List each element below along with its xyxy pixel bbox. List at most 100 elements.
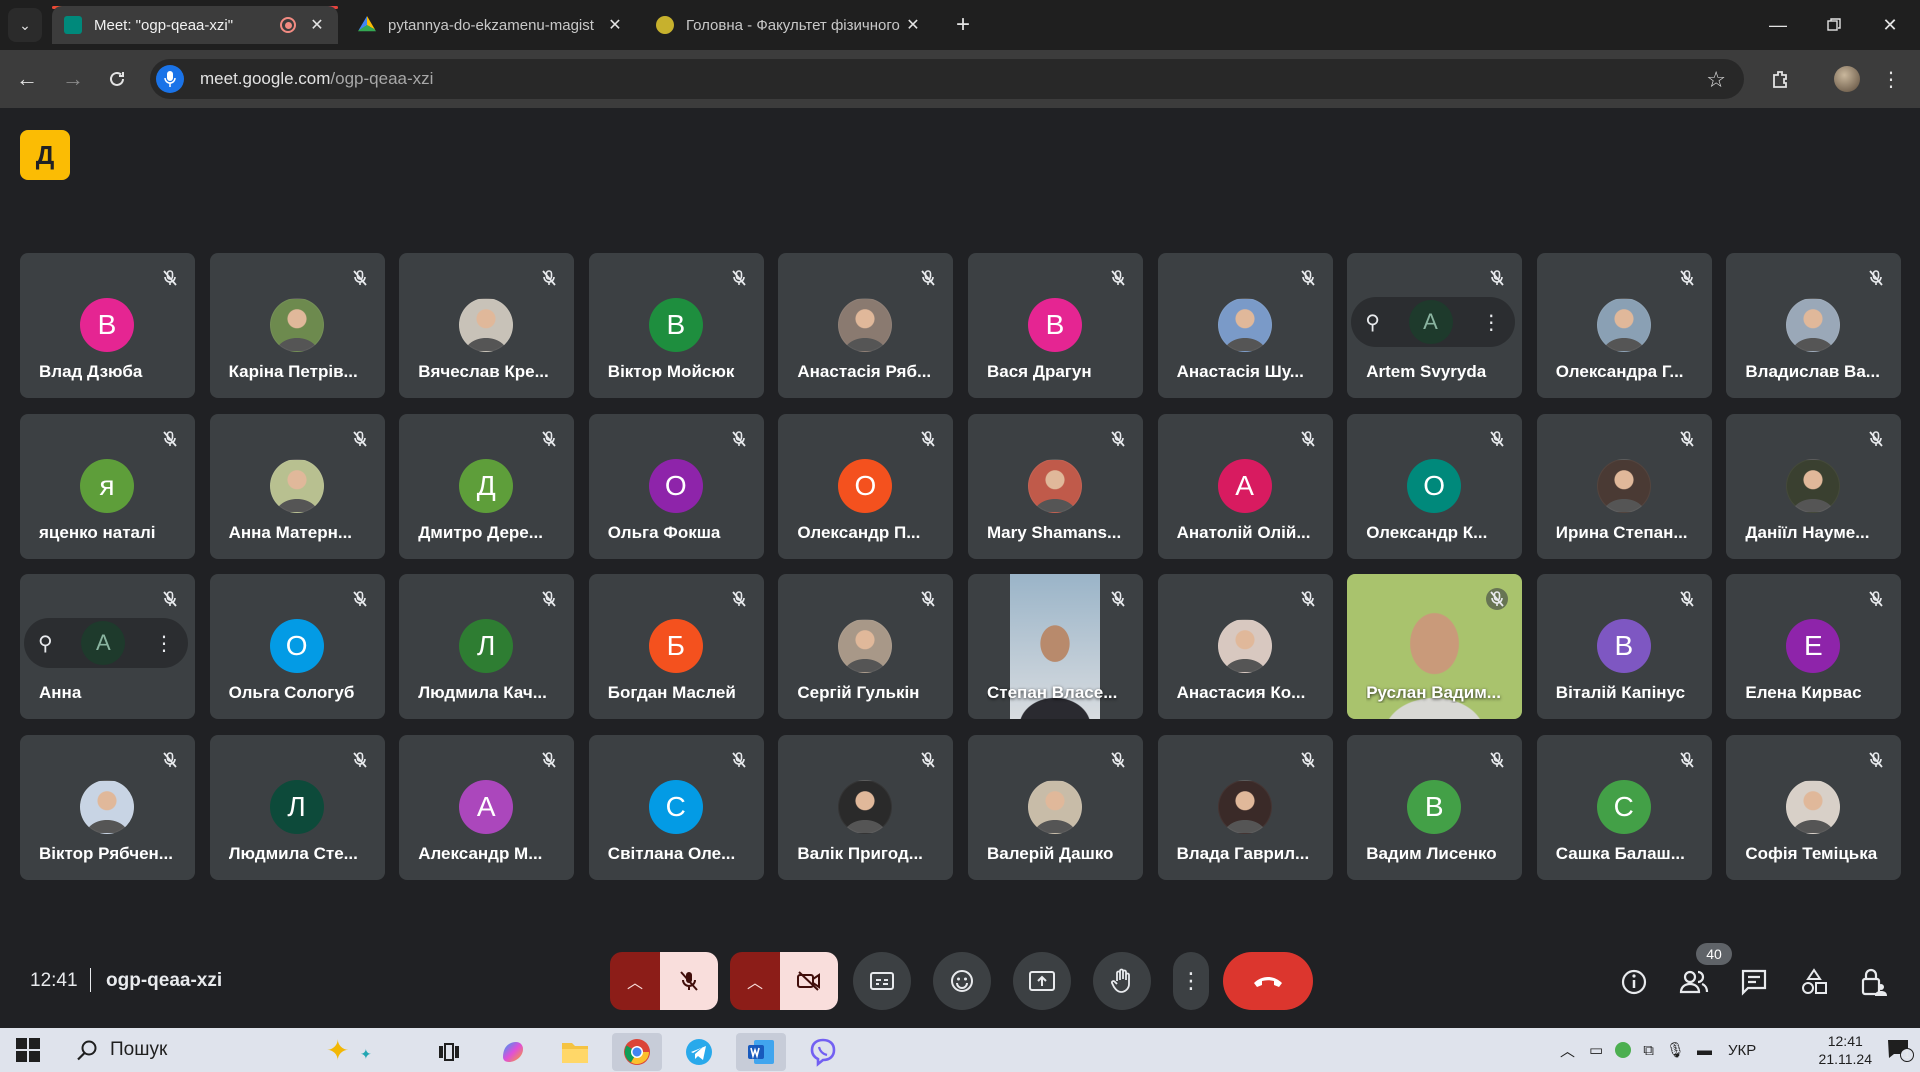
windows-start-icon[interactable] [16, 1038, 40, 1062]
tab-search-button[interactable]: ⌄ [8, 8, 42, 42]
participant-tile[interactable]: Е Елена Кирвас [1726, 574, 1902, 719]
tab-meet[interactable]: Meet: "ogp-qeaa-xzi" ✕ [52, 6, 338, 44]
task-view-icon[interactable] [424, 1033, 474, 1071]
leave-call-button[interactable] [1223, 952, 1313, 1010]
participant-tile[interactable]: О Ольга Фокша [588, 413, 764, 559]
participant-tile[interactable]: Анна Матерн... [209, 413, 385, 559]
participant-tile[interactable]: я яценко наталі [20, 413, 195, 559]
raise-hand-button[interactable] [1093, 952, 1151, 1010]
participant-name: Mary Shamans... [987, 522, 1122, 542]
participant-tile[interactable]: Анастасія Шу... [1157, 253, 1333, 398]
participant-tile[interactable]: О Ольга Сологуб [209, 574, 385, 719]
more-vert-icon[interactable]: ⋮ [154, 631, 174, 656]
reload-icon[interactable] [102, 64, 132, 94]
input-language[interactable]: УКР [1728, 1042, 1756, 1059]
participant-tile[interactable]: Олександра Г... [1536, 253, 1712, 398]
participant-tile[interactable]: В Віталій Капінус [1536, 574, 1712, 719]
audio-options-button[interactable]: ︿ [610, 952, 660, 1010]
participant-tile[interactable]: В Влад Дзюба [20, 253, 195, 398]
microphone-tray-icon[interactable]: 🎙 [1666, 1041, 1685, 1059]
pin-icon[interactable]: ⚲ [38, 631, 53, 656]
restore-icon[interactable] [1806, 0, 1862, 50]
participant-tile[interactable]: ⚲ A ⋮ Анна [20, 574, 195, 719]
participant-tile[interactable]: А Александр М... [399, 734, 575, 880]
tab-drive-doc[interactable]: pytannya-do-ekzamenu-magist ✕ [346, 6, 636, 44]
participant-tile[interactable]: Валерій Дашко [968, 734, 1143, 880]
viber-app-icon[interactable] [798, 1033, 848, 1071]
meet-presence-icon[interactable]: ⧉ [1643, 1042, 1654, 1059]
profile-avatar[interactable] [1832, 64, 1862, 94]
participant-tile[interactable]: В Вадим Лисенко [1347, 734, 1523, 880]
extensions-icon[interactable] [1766, 64, 1796, 94]
participant-tile[interactable]: Л Людмила Сте... [209, 734, 385, 880]
close-icon[interactable]: ✕ [606, 15, 624, 35]
video-options-button[interactable]: ︿ [730, 952, 780, 1010]
participant-tile[interactable]: С Сашка Балаш... [1536, 734, 1712, 880]
notifications-icon[interactable]: 1 [1886, 1038, 1914, 1065]
present-screen-button[interactable] [1013, 952, 1071, 1010]
participant-tile[interactable]: С Світлана Оле... [588, 734, 764, 880]
close-icon[interactable]: ✕ [308, 15, 326, 35]
participant-tile[interactable]: Л Людмила Кач... [399, 574, 575, 719]
chrome-app-icon[interactable] [612, 1033, 662, 1071]
telegram-app-icon[interactable] [674, 1033, 724, 1071]
network-monitor-icon[interactable]: ▭ [1589, 1041, 1603, 1059]
meeting-details-button[interactable] [1618, 966, 1650, 998]
participant-tile[interactable]: Софія Теміцька [1726, 734, 1902, 880]
close-icon[interactable]: ✕ [904, 15, 922, 35]
participant-tile[interactable]: Руслан Вадим... [1347, 574, 1523, 719]
minimize-icon[interactable]: — [1750, 0, 1806, 50]
participant-tile[interactable]: О Олександр П... [778, 413, 954, 559]
participant-tile[interactable]: Віктор Рябчен... [20, 734, 195, 880]
participant-tile[interactable]: А Анатолій Олій... [1157, 413, 1333, 559]
participant-tile[interactable]: Анастасія Ряб... [778, 253, 954, 398]
people-button[interactable] [1678, 966, 1710, 998]
participant-tile[interactable]: Б Богдан Маслей [588, 574, 764, 719]
participant-tile[interactable]: Владислав Ва... [1726, 253, 1902, 398]
taskbar-search[interactable]: Пошук ✦ ✦ [56, 1028, 416, 1072]
participant-tile[interactable]: О Олександр К... [1347, 413, 1523, 559]
microphone-toggle-button[interactable] [660, 952, 718, 1010]
activities-button[interactable] [1798, 966, 1830, 998]
show-hidden-icons-icon[interactable]: ︿ [1560, 1040, 1575, 1061]
participant-tile[interactable]: Валік Пригод... [778, 734, 954, 880]
reactions-button[interactable] [933, 952, 991, 1010]
forward-icon[interactable]: → [58, 64, 88, 94]
more-options-button[interactable]: ⋮ [1173, 952, 1209, 1010]
camera-toggle-button[interactable] [780, 952, 838, 1010]
pin-icon[interactable]: ⚲ [1365, 310, 1380, 335]
captions-button[interactable] [853, 952, 911, 1010]
participant-tile[interactable]: Д Дмитро Дере... [399, 413, 575, 559]
participant-tile[interactable]: Влада Гаврил... [1157, 734, 1333, 880]
security-shield-icon[interactable] [1615, 1042, 1632, 1058]
participant-tile[interactable]: Анастасия Ко... [1157, 574, 1333, 719]
participant-tile[interactable]: ⚲ A ⋮ Artem Svyryda [1347, 253, 1523, 398]
word-app-icon[interactable] [736, 1033, 786, 1071]
bookmark-star-icon[interactable]: ☆ [1706, 67, 1726, 93]
back-icon[interactable]: ← [12, 64, 42, 94]
participant-tile[interactable]: Сергій Гулькін [778, 574, 954, 719]
taskbar-clock[interactable]: 12:41 21.11.24 [1819, 1032, 1872, 1068]
participant-tile[interactable]: В Вася Драгун [968, 253, 1143, 398]
battery-icon[interactable]: ▬ [1697, 1042, 1712, 1059]
chat-button[interactable] [1738, 966, 1770, 998]
microphone-off-icon [1676, 749, 1698, 771]
host-controls-button[interactable] [1858, 966, 1890, 998]
participant-tile[interactable]: Mary Shamans... [968, 413, 1143, 559]
participant-name: Руслан Вадим... [1366, 683, 1501, 702]
close-window-icon[interactable]: ✕ [1862, 0, 1918, 50]
participant-tile[interactable]: В Віктор Мойсюк [588, 253, 764, 398]
participant-tile[interactable]: Даніїл Науме... [1726, 413, 1902, 559]
new-tab-button[interactable]: + [948, 10, 978, 40]
microphone-in-use-icon[interactable] [156, 65, 184, 93]
more-vert-icon[interactable]: ⋮ [1481, 310, 1501, 335]
participant-tile[interactable]: Ирина Степан... [1536, 413, 1712, 559]
participant-tile[interactable]: Каріна Петрів... [209, 253, 385, 398]
chrome-menu-icon[interactable]: ⋮ [1876, 64, 1906, 94]
copilot-app-icon[interactable] [488, 1033, 538, 1071]
participant-tile[interactable]: Вячеслав Кре... [399, 253, 575, 398]
tab-faculty-site[interactable]: Головна - Факультет фізичного ✕ [644, 6, 934, 44]
address-bar[interactable]: meet.google.com/ogp-qeaa-xzi ☆ [150, 59, 1744, 99]
file-explorer-icon[interactable] [550, 1033, 600, 1071]
participant-tile[interactable]: Степан Власе... [968, 574, 1143, 719]
